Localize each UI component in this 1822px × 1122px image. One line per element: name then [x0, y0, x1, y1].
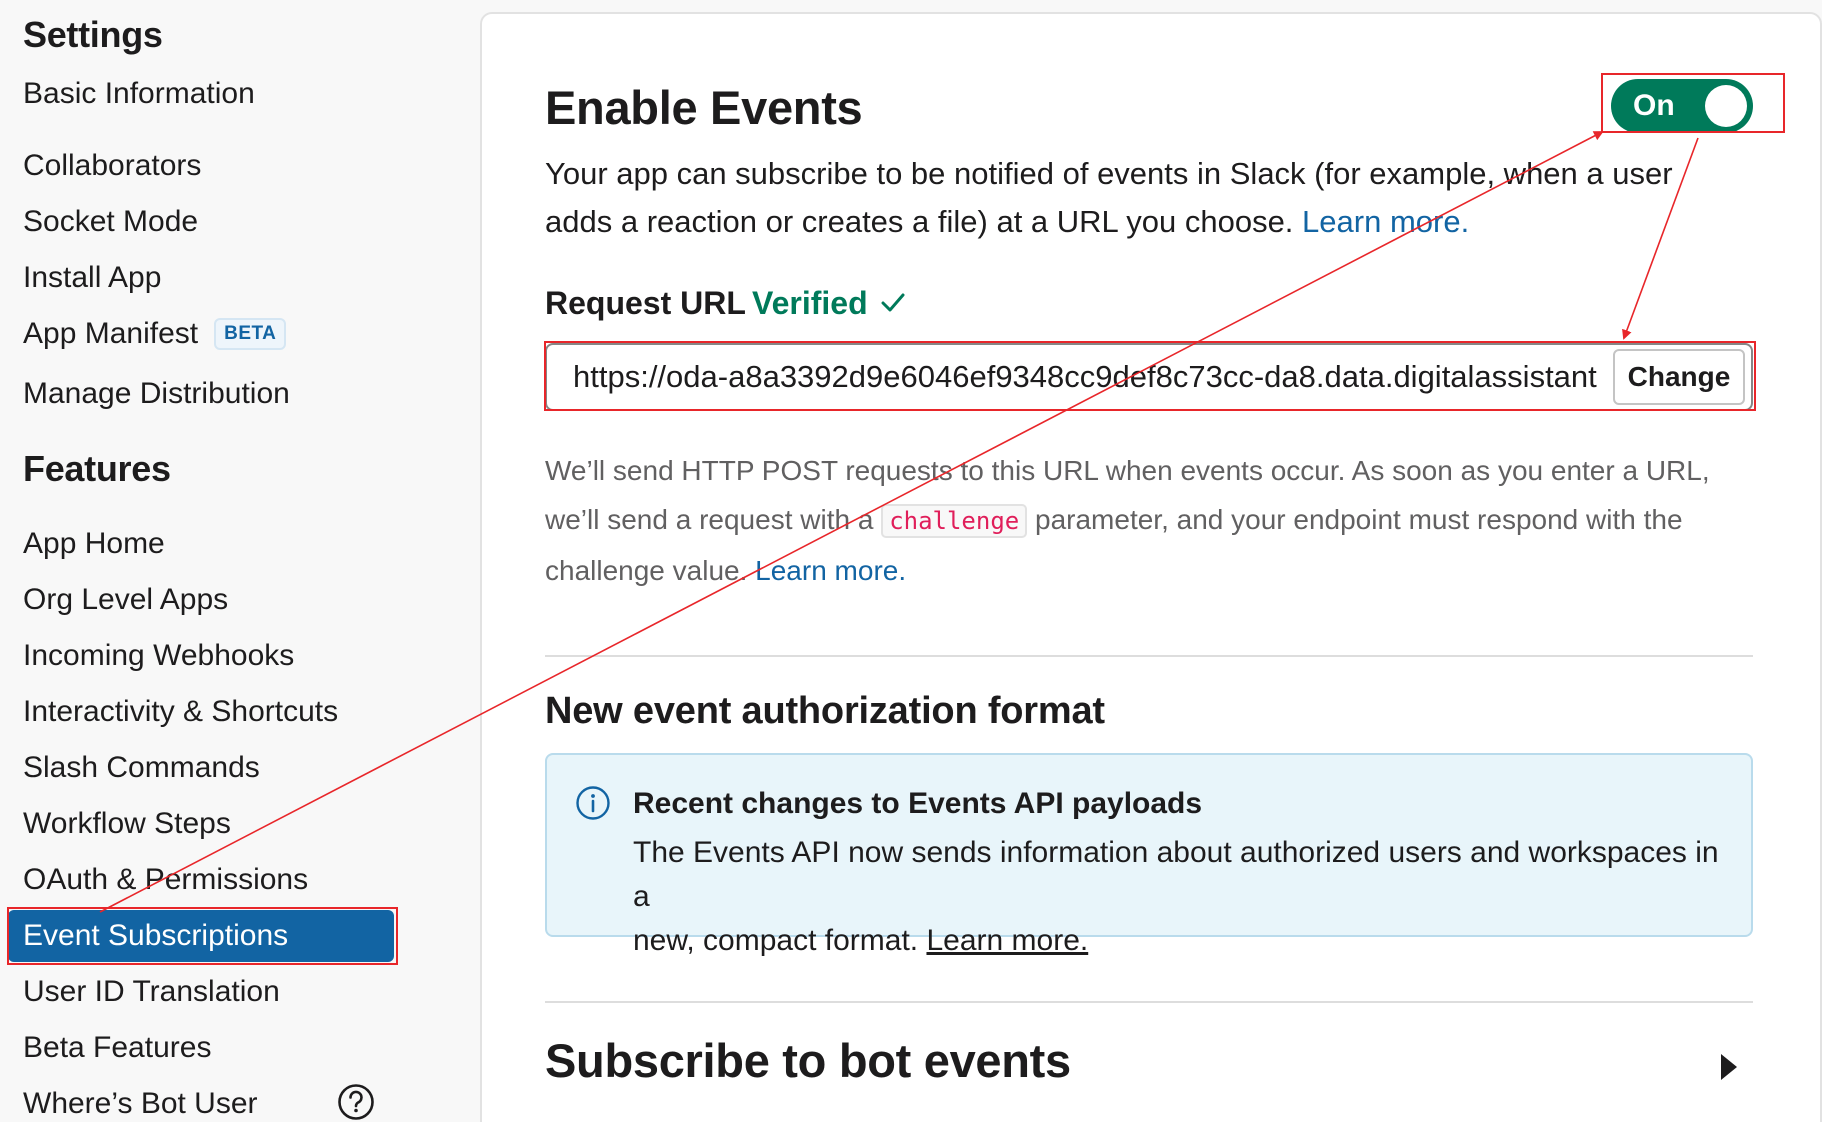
features-section-title: Features [23, 448, 171, 489]
request-url-label: Request URL [545, 285, 746, 321]
sidebar-item-socket-mode[interactable]: Socket Mode [23, 198, 198, 246]
sidebar-item-app-home[interactable]: App Home [23, 520, 165, 568]
beta-badge: BETA [214, 318, 287, 350]
help-text: challenge value. [545, 555, 748, 586]
section-divider [545, 1001, 1753, 1003]
sidebar-item-oauth-permissions[interactable]: OAuth & Permissions [23, 856, 308, 904]
learn-more-link[interactable]: Learn more. [926, 924, 1088, 957]
sidebar-item-collaborators[interactable]: Collaborators [23, 142, 201, 190]
request-url-field[interactable]: https://oda-a8a3392d9e6046ef9348cc9def8c… [545, 343, 1753, 411]
toggle-label: On [1633, 89, 1675, 122]
question-circle-icon[interactable] [337, 1083, 375, 1121]
verified-status: Verified [752, 285, 868, 321]
change-url-button[interactable]: Change [1613, 349, 1745, 405]
description-line: adds a reaction or creates a file) at a … [545, 198, 1745, 246]
help-line: challenge value. Learn more. [545, 546, 1765, 595]
help-text: we’ll send a request with a [545, 504, 874, 535]
learn-more-link[interactable]: Learn more. [755, 555, 906, 586]
checkmark-icon [881, 293, 905, 312]
description-line: Your app can subscribe to be notified of… [545, 156, 1673, 191]
settings-section-title: Settings [23, 14, 163, 55]
request-url-help: We’ll send HTTP POST requests to this UR… [545, 446, 1765, 595]
sidebar-item-workflow-steps[interactable]: Workflow Steps [23, 800, 231, 848]
section-divider [545, 655, 1753, 657]
info-text: new, compact format. [633, 924, 919, 957]
enable-events-description: Your app can subscribe to be notified of… [545, 150, 1745, 246]
sidebar-item-beta-features[interactable]: Beta Features [23, 1024, 211, 1072]
sidebar-item-event-subscriptions[interactable]: Event Subscriptions [8, 910, 394, 962]
sidebar-item-install-app[interactable]: Install App [23, 254, 161, 302]
bot-events-title[interactable]: Subscribe to bot events [545, 1033, 1071, 1088]
help-line: We’ll send HTTP POST requests to this UR… [545, 455, 1710, 486]
enable-events-title: Enable Events [545, 81, 863, 134]
sidebar-item-manage-distribution[interactable]: Manage Distribution [23, 370, 290, 418]
info-line: new, compact format. Learn more. [633, 919, 1733, 963]
enable-events-toggle[interactable]: On [1611, 79, 1753, 133]
sidebar-item-label: App Manifest [23, 317, 199, 350]
sidebar-item-org-level-apps[interactable]: Org Level Apps [23, 576, 228, 624]
info-title: Recent changes to Events API payloads [633, 787, 1203, 820]
sidebar-item-incoming-webhooks[interactable]: Incoming Webhooks [23, 632, 294, 680]
sidebar: Settings Basic Information Collaborators… [0, 0, 480, 1122]
request-url-value[interactable]: https://oda-a8a3392d9e6046ef9348cc9def8c… [573, 345, 1633, 409]
sidebar-item-basic-information[interactable]: Basic Information [23, 70, 255, 118]
info-line: The Events API now sends information abo… [633, 836, 1719, 913]
challenge-code: challenge [881, 504, 1028, 538]
auth-format-title: New event authorization format [545, 690, 1105, 732]
info-callout: Recent changes to Events API payloads Th… [545, 753, 1753, 957]
description-text: adds a reaction or creates a file) at a … [545, 204, 1294, 239]
help-line: we’ll send a request with a challenge pa… [545, 495, 1765, 546]
learn-more-link[interactable]: Learn more. [1302, 204, 1469, 239]
sidebar-item-wheres-bot-user[interactable]: Where’s Bot User [23, 1080, 258, 1122]
sidebar-item-interactivity-shortcuts[interactable]: Interactivity & Shortcuts [23, 688, 338, 736]
help-text: parameter, and your endpoint must respon… [1035, 504, 1683, 535]
caret-right-icon[interactable] [1718, 1052, 1740, 1082]
sidebar-item-user-id-translation[interactable]: User ID Translation [23, 968, 280, 1016]
toggle-knob [1705, 85, 1747, 127]
sidebar-item-app-manifest[interactable]: App Manifest BETA [23, 310, 287, 358]
info-body: The Events API now sends information abo… [633, 831, 1733, 963]
app-settings-page: Settings Basic Information Collaborators… [0, 0, 1822, 1122]
sidebar-item-slash-commands[interactable]: Slash Commands [23, 744, 260, 792]
info-circle-icon [576, 786, 610, 820]
